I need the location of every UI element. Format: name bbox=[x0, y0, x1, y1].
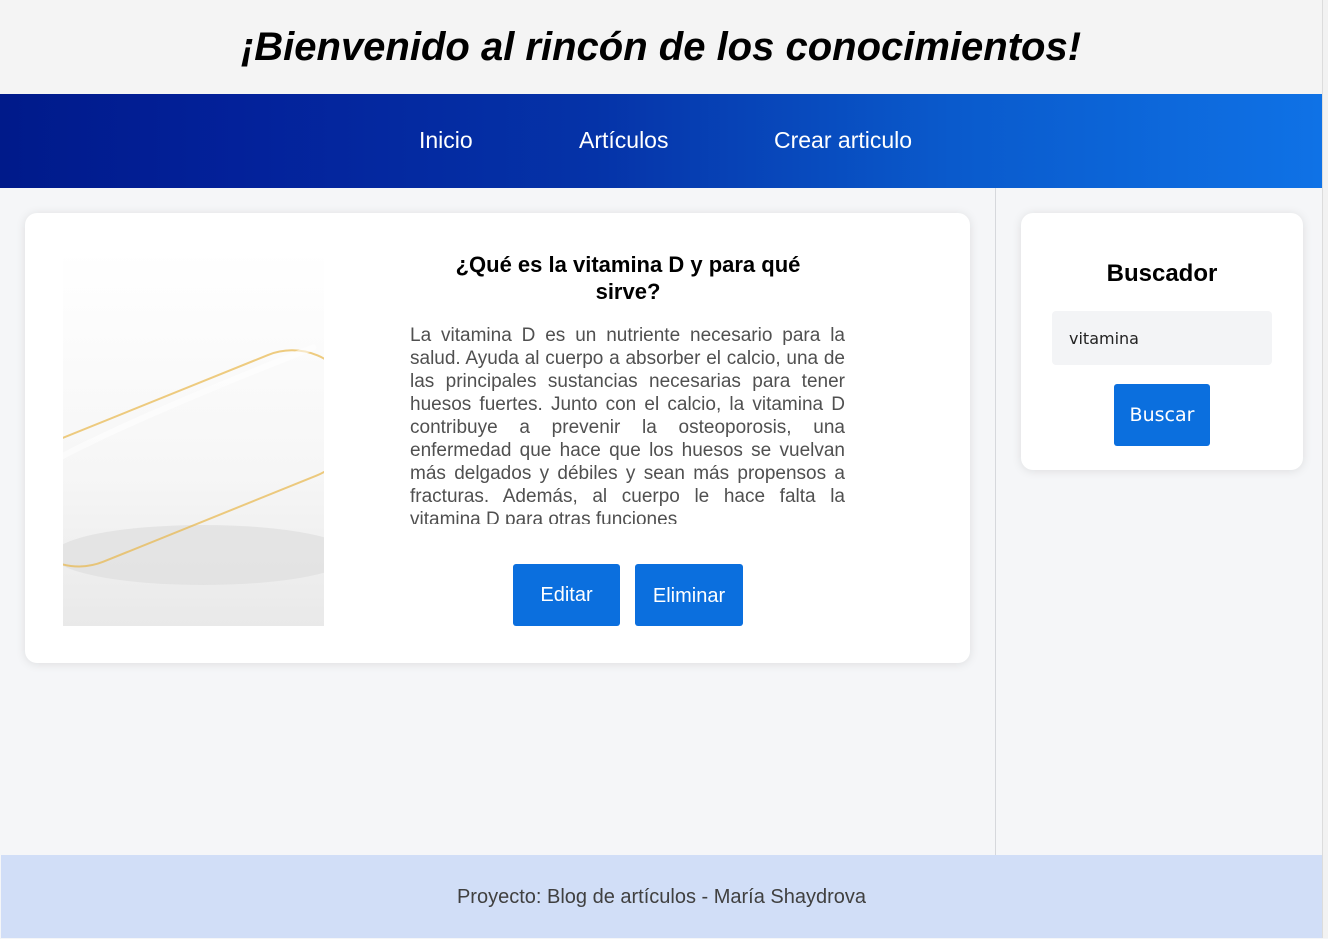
vitamin-d-capsule-image: D Vitaminum bbox=[63, 250, 324, 626]
search-title: Buscador bbox=[1106, 260, 1218, 287]
nav-item-crear-articulo[interactable]: Crear articulo bbox=[774, 94, 912, 186]
main-nav: Inicio Artículos Crear articulo bbox=[0, 94, 1322, 188]
article-title: ¿Qué es la vitamina D y para qué sirve? bbox=[455, 252, 801, 304]
site-header: ¡Bienvenido al rincón de los conocimient… bbox=[0, 0, 1322, 94]
scrollbar[interactable] bbox=[1322, 0, 1328, 938]
search-button[interactable]: Buscar bbox=[1114, 384, 1210, 446]
search-sidebar: Buscador Buscar bbox=[1021, 213, 1303, 470]
nav-item-articulos[interactable]: Artículos bbox=[579, 94, 668, 186]
article-image: D Vitaminum bbox=[63, 250, 324, 626]
site-footer: Proyecto: Blog de artículos - María Shay… bbox=[1, 855, 1322, 938]
page-title: ¡Bienvenido al rincón de los conocimient… bbox=[240, 25, 1082, 69]
article-card: D Vitaminum bbox=[25, 213, 970, 663]
search-input[interactable] bbox=[1052, 311, 1272, 365]
nav-item-inicio[interactable]: Inicio bbox=[419, 94, 473, 186]
article-body: La vitamina D es un nutriente necesario … bbox=[410, 325, 845, 524]
delete-button[interactable]: Eliminar bbox=[635, 564, 743, 626]
footer-text: Proyecto: Blog de artículos - María Shay… bbox=[456, 886, 867, 908]
edit-button[interactable]: Editar bbox=[513, 564, 620, 626]
